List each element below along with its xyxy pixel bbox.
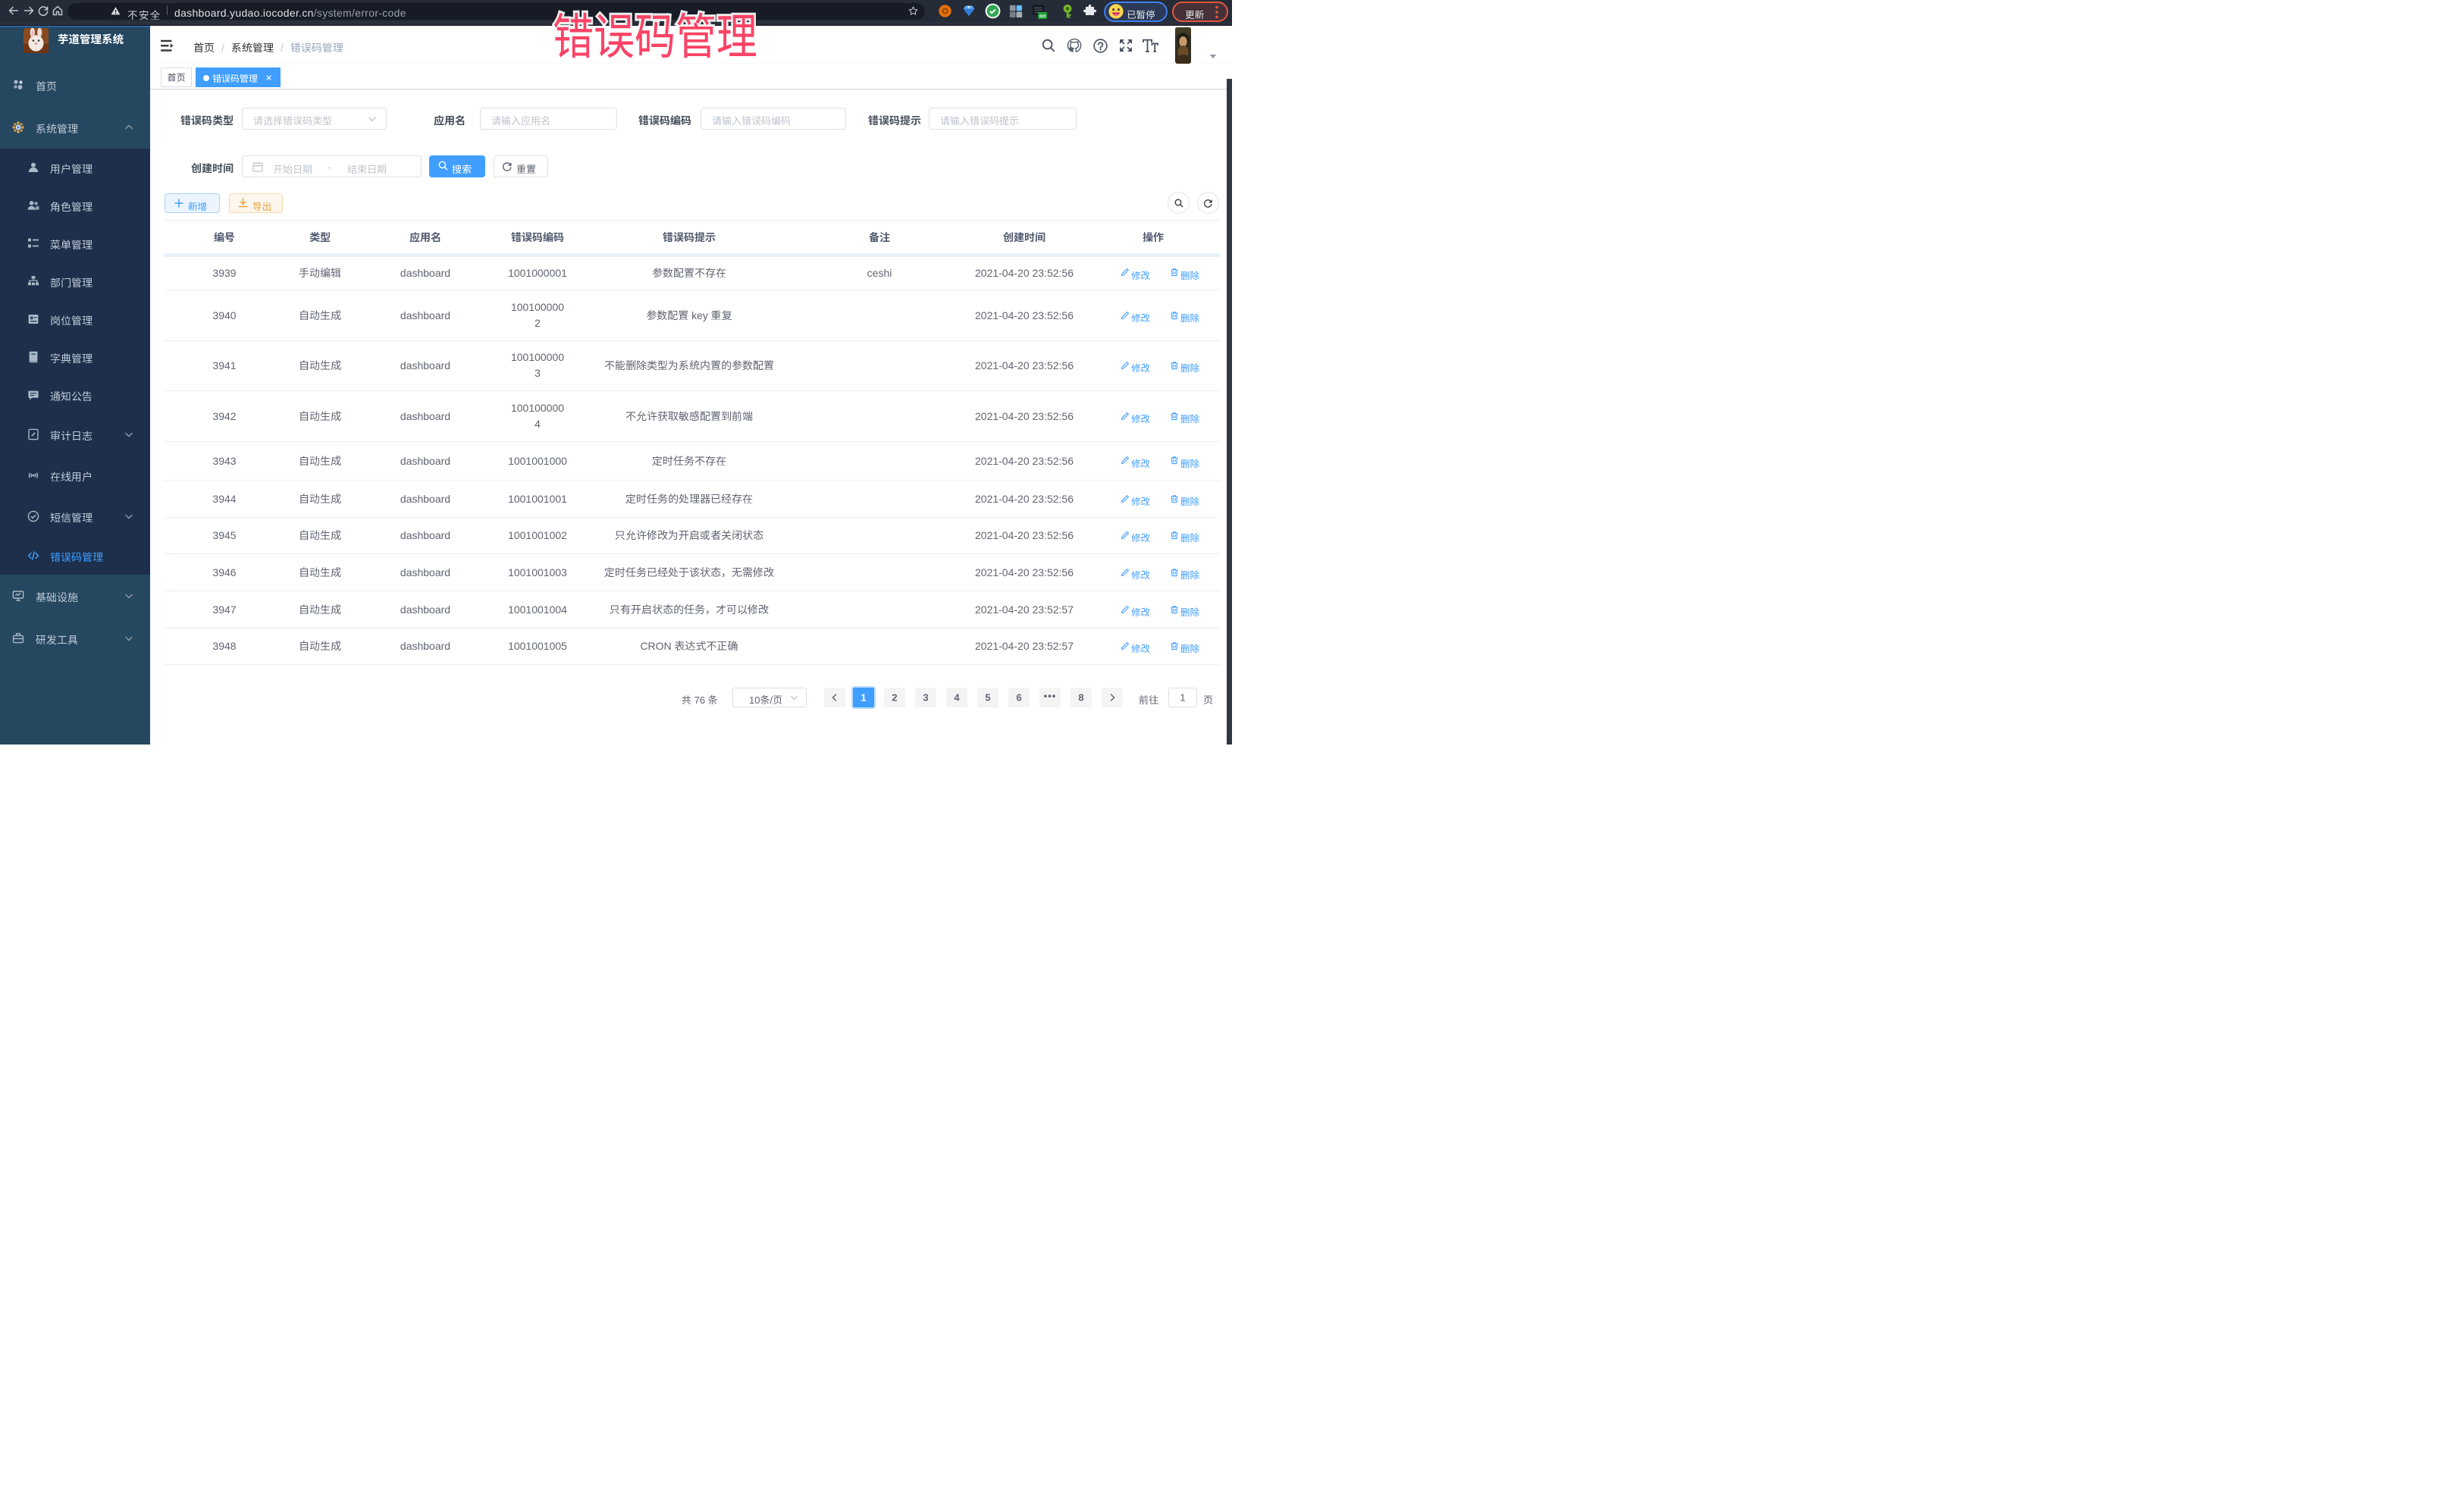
svg-text:on: on <box>1039 13 1045 18</box>
